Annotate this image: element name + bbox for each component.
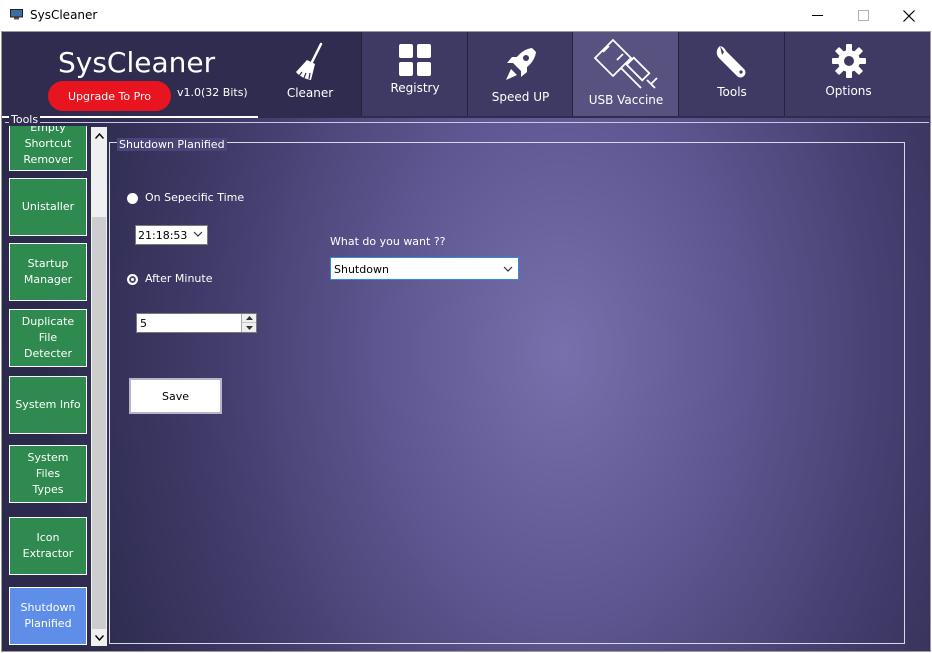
time-value: 21:18:53 <box>138 229 188 242</box>
rocket-icon <box>505 48 536 80</box>
tool-shutdown-planified[interactable]: Shutdown Planified <box>9 587 87 645</box>
gear-icon <box>831 44 866 78</box>
tool-system-info[interactable]: System Info <box>9 376 87 434</box>
app-window: SysCleaner Upgrade To Pro v1.0(32 Bits) … <box>1 31 931 652</box>
sidebar-scrollbar[interactable] <box>91 127 107 646</box>
tool-label: Startup Manager <box>23 257 73 286</box>
save-button[interactable]: Save <box>129 378 222 414</box>
tool-duplicate-file-detecter[interactable]: Duplicate File Detecter <box>9 309 87 367</box>
nav-label-cleaner: Cleaner <box>286 86 334 100</box>
nav-label-usb-vaccine: USB Vaccine <box>588 93 664 107</box>
wrench-icon <box>716 46 746 78</box>
nav-label-registry: Registry <box>390 81 440 95</box>
scroll-up-button[interactable] <box>91 127 107 144</box>
usb-syringe-icon <box>593 38 658 89</box>
version-label: v1.0(32 Bits) <box>177 86 248 99</box>
tool-label: System Files Types <box>27 451 69 496</box>
nav-tab-tools[interactable]: Tools <box>678 32 785 116</box>
scroll-thumb[interactable] <box>92 217 106 629</box>
broom-icon <box>296 42 323 80</box>
nav-tab-usb-vaccine[interactable]: USB Vaccine <box>572 32 679 116</box>
close-icon <box>903 9 915 22</box>
tool-icon-extractor[interactable]: Icon Extractor <box>9 517 87 575</box>
tool-label: Shutdown Planified <box>20 601 76 630</box>
app-icon <box>10 9 23 20</box>
minutes-stepper <box>241 314 256 332</box>
radio-specific-time[interactable] <box>127 193 138 204</box>
tool-label: Duplicate File Detecter <box>21 315 75 360</box>
minimize-icon <box>811 15 823 16</box>
chevron-down-icon <box>193 231 203 237</box>
upgrade-button[interactable]: Upgrade To Pro <box>48 81 171 111</box>
chevron-down-icon <box>503 266 513 272</box>
radio-after-minute[interactable] <box>127 274 138 285</box>
nav-tab-cleaner[interactable]: Cleaner <box>258 32 362 116</box>
active-section-underline <box>2 116 258 118</box>
chevron-down-icon <box>94 634 104 641</box>
tool-label: System Info <box>15 398 81 411</box>
caret-up-icon <box>245 316 253 320</box>
tool-label: Empty Shortcut Remover <box>23 126 73 166</box>
tool-label: Unistaller <box>21 200 75 213</box>
close-button[interactable] <box>886 0 932 31</box>
brand-title: SysCleaner <box>58 46 216 79</box>
header-bar: SysCleaner Upgrade To Pro v1.0(32 Bits) … <box>2 32 930 118</box>
radio-label-after-minute: After Minute <box>145 272 213 285</box>
maximize-icon <box>857 10 869 21</box>
nav-tab-speed-up[interactable]: Speed UP <box>467 32 573 116</box>
minimize-button[interactable] <box>794 0 840 31</box>
grid-icon <box>399 44 431 76</box>
radio-label-specific-time: On Sepecific Time <box>145 191 245 204</box>
minutes-input[interactable]: 5 <box>136 313 257 333</box>
nav-tab-registry[interactable]: Registry <box>361 32 468 116</box>
caret-down-icon <box>245 325 253 330</box>
action-value: Shutdown <box>334 263 389 276</box>
tool-empty-shortcut-remover[interactable]: Empty Shortcut Remover <box>9 126 87 171</box>
stepper-up-button[interactable] <box>242 314 256 323</box>
action-label: What do you want ?? <box>330 235 446 248</box>
nav-label-speed-up: Speed UP <box>491 90 550 104</box>
maximize-button[interactable] <box>840 0 886 31</box>
chevron-up-icon <box>94 132 104 139</box>
tool-startup-manager[interactable]: Startup Manager <box>9 243 87 301</box>
nav-label-options: Options <box>825 84 872 98</box>
window-title: SysCleaner <box>30 8 98 22</box>
action-select[interactable]: Shutdown <box>330 257 519 280</box>
stepper-down-button[interactable] <box>242 323 256 332</box>
shutdown-panel <box>109 142 905 644</box>
nav-tab-options[interactable]: Options <box>784 32 930 116</box>
scroll-down-button[interactable] <box>91 629 107 646</box>
time-picker[interactable]: 21:18:53 <box>135 225 208 245</box>
minutes-value: 5 <box>140 317 147 330</box>
tool-unistaller[interactable]: Unistaller <box>9 178 87 236</box>
window-title-bar: SysCleaner <box>0 0 932 31</box>
tool-system-files-types[interactable]: System Files Types <box>9 445 87 503</box>
tool-label: Icon Extractor <box>22 531 74 560</box>
tools-group-caption: Tools <box>9 113 41 126</box>
shutdown-panel-caption: Shutdown Planified <box>117 138 227 151</box>
tools-sidebar: Empty Shortcut Remover Unistaller Startu… <box>7 126 88 646</box>
nav-label-tools: Tools <box>717 85 747 99</box>
